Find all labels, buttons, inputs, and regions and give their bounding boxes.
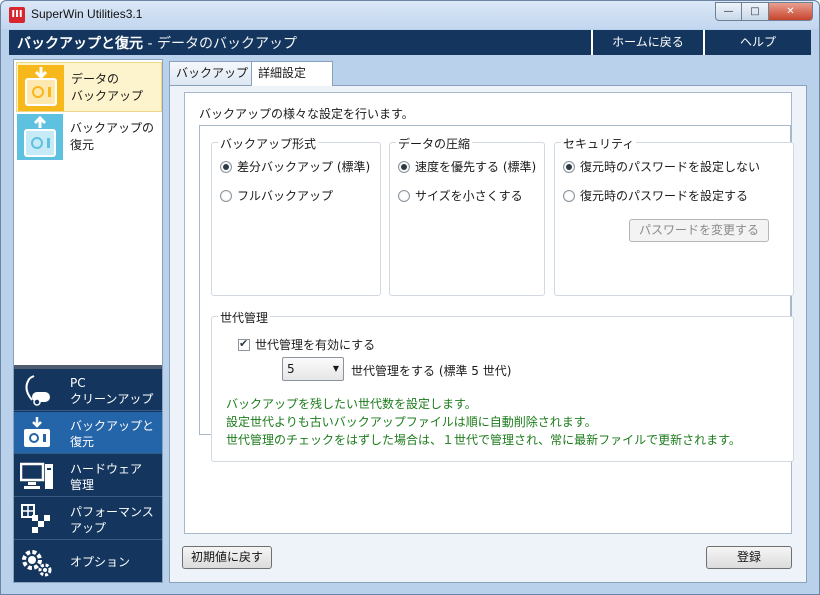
page-title: バックアップと復元 - データのバックアップ [17,33,297,53]
radio-button[interactable] [563,160,575,173]
nav-item-label: オプション [70,554,130,570]
home-link[interactable]: ホームに戻る [591,30,703,55]
page-title-sub: - データのバックアップ [143,36,297,52]
backup-format-group: バックアップ形式 差分バックアップ (標準) フルバックアップ [211,135,381,296]
radio-set-password[interactable]: 復元時のパスワードを設定する [563,187,748,204]
nav-item-backup-restore[interactable]: バックアップと 復元 [14,412,162,454]
page-description: バックアップの様々な設定を行います。 [199,107,414,121]
nav-item-label-line1: パフォーマンス [70,505,154,519]
page-header: バックアップと復元 - データのバックアップ ホームに戻る ヘルプ [9,30,811,55]
radio-smaller-size[interactable]: サイズを小さくする [398,187,523,204]
radio-no-password[interactable]: 復元時のパスワードを設定しない [563,158,760,175]
nav-item-label-line2: 管理 [70,478,95,492]
vacuum-cleaner-icon [20,374,54,406]
generation-count-label: 世代管理をする (標準 5 世代) [351,364,512,378]
radio-full-backup[interactable]: フルバックアップ [220,187,333,204]
sidebar-item-label-line1: バックアップの [70,121,155,135]
window-title: SuperWin Utilities3.1 [31,7,143,21]
radio-label: 速度を優先する (標準) [415,160,537,174]
minimize-button[interactable]: — [715,2,742,21]
nav-item-label-line1: オプション [70,555,131,569]
group-title: バックアップ形式 [218,135,319,152]
sidebar-item-restore[interactable]: バックアップの 復元 [16,112,162,162]
help-link[interactable]: ヘルプ [703,30,811,55]
change-password-button[interactable]: パスワードを変更する [629,219,769,242]
settings-frame: バックアップ形式 差分バックアップ (標準) フルバックアップ データの圧縮 速… [199,125,794,462]
sidebar-item-data-backup[interactable]: データの バックアップ [16,62,162,112]
checkbox-label: 世代管理を有効にする [255,338,376,352]
radio-button[interactable] [220,189,232,202]
sidebar-item-label-line2: バックアップ [71,89,144,103]
close-button[interactable]: ✕ [769,2,813,21]
nav-item-label: パフォーマンス アップ [70,504,154,536]
security-group: セキュリティ 復元時のパスワードを設定しない 復元時のパスワードを設定する パス… [554,135,794,296]
nav-item-label-line1: ハードウェア [70,462,143,476]
settings-content: バックアップの様々な設定を行います。 バックアップ形式 差分バックアップ (標準… [184,92,794,534]
main-panel: バックアップの様々な設定を行います。 バックアップ形式 差分バックアップ (標準… [169,85,807,583]
radio-label: 差分バックアップ (標準) [237,160,371,174]
radio-button[interactable] [563,189,575,202]
backup-safe-icon [18,65,64,111]
select-value: 5 [287,362,295,376]
radio-button[interactable] [220,160,232,173]
gear-icon [20,546,54,578]
radio-button[interactable] [398,160,410,173]
nav-item-pc-cleanup[interactable]: PC クリーンアップ [14,369,162,411]
generation-info-line-3: 世代管理のチェックをはずした場合は、１世代で管理され、常に最新ファイルで更新され… [226,433,741,447]
radio-label: 復元時のパスワードを設定する [580,189,749,203]
sidebar-item-label: バックアップの 復元 [70,120,154,154]
radio-differential-backup[interactable]: 差分バックアップ (標準) [220,158,370,175]
nav-item-performance[interactable]: パフォーマンス アップ [14,498,162,540]
computer-icon [19,460,54,492]
nav-item-label-line1: PC [70,376,86,390]
main-navigation: PC クリーンアップ バックアップと 復元 ハードウェア 管理 パフォーマンス … [14,365,162,582]
radio-label: 復元時のパスワードを設定しない [580,160,761,174]
nav-item-label: バックアップと 復元 [70,418,154,450]
tab-backup[interactable]: バックアップ [169,61,256,85]
radio-label: サイズを小さくする [415,189,523,203]
app-window: III SuperWin Utilities3.1 — □ ✕ バックアップと復… [0,0,820,595]
nav-item-label: ハードウェア 管理 [70,461,142,493]
maximize-button[interactable]: □ [742,2,769,21]
group-title: 世代管理 [218,309,271,326]
reset-defaults-button[interactable]: 初期値に戻す [182,546,272,569]
generation-count-select[interactable]: 5 ▼ [282,357,344,381]
sidebar-item-label: データの バックアップ [71,71,143,105]
nav-item-label-line1: バックアップと [70,419,155,433]
generation-info-line-2: 設定世代よりも古いバックアップファイルは順に自動削除されます。 [226,415,597,429]
radio-prefer-speed[interactable]: 速度を優先する (標準) [398,158,536,175]
nav-item-label: PC クリーンアップ [70,375,153,407]
group-title: データの圧縮 [396,135,473,152]
group-title: セキュリティ [561,135,637,152]
nav-item-label-line2: アップ [70,521,107,535]
nav-item-label-line2: 復元 [70,435,95,449]
enable-generation-checkbox[interactable] [238,337,250,351]
radio-button[interactable] [398,189,410,202]
title-bar[interactable]: III SuperWin Utilities3.1 — □ ✕ [1,1,819,29]
window-controls: — □ ✕ [715,2,813,21]
chevron-down-icon: ▼ [332,364,339,373]
compression-group: データの圧縮 速度を優先する (標準) サイズを小さくする [389,135,545,296]
sidebar-item-label-line2: 復元 [70,138,95,152]
sidebar: データの バックアップ バックアップの 復元 PC クリーンアップ バックアップ… [13,59,163,583]
enable-generation-checkbox-row[interactable]: 世代管理を有効にする [238,336,375,353]
save-button[interactable]: 登録 [706,546,792,569]
performance-chart-icon [20,503,54,535]
tab-advanced-settings[interactable]: 詳細設定 [251,61,333,86]
generation-management-group: 世代管理 世代管理を有効にする 5 ▼ 世代管理をする (標準 5 世代) バッ… [211,309,794,462]
nav-item-hardware[interactable]: ハードウェア 管理 [14,455,162,497]
sidebar-item-label-line1: データの [71,72,120,86]
nav-item-options[interactable]: オプション [14,541,162,583]
page-title-main: バックアップと復元 [17,36,143,52]
generation-info-line-1: バックアップを残したい世代数を設定します。 [226,397,477,411]
restore-safe-icon [17,114,63,160]
radio-label: フルバックアップ [237,189,334,203]
backup-safe-icon [20,417,54,449]
nav-item-label-line2: クリーンアップ [70,392,154,406]
app-logo-icon: III [9,7,25,23]
